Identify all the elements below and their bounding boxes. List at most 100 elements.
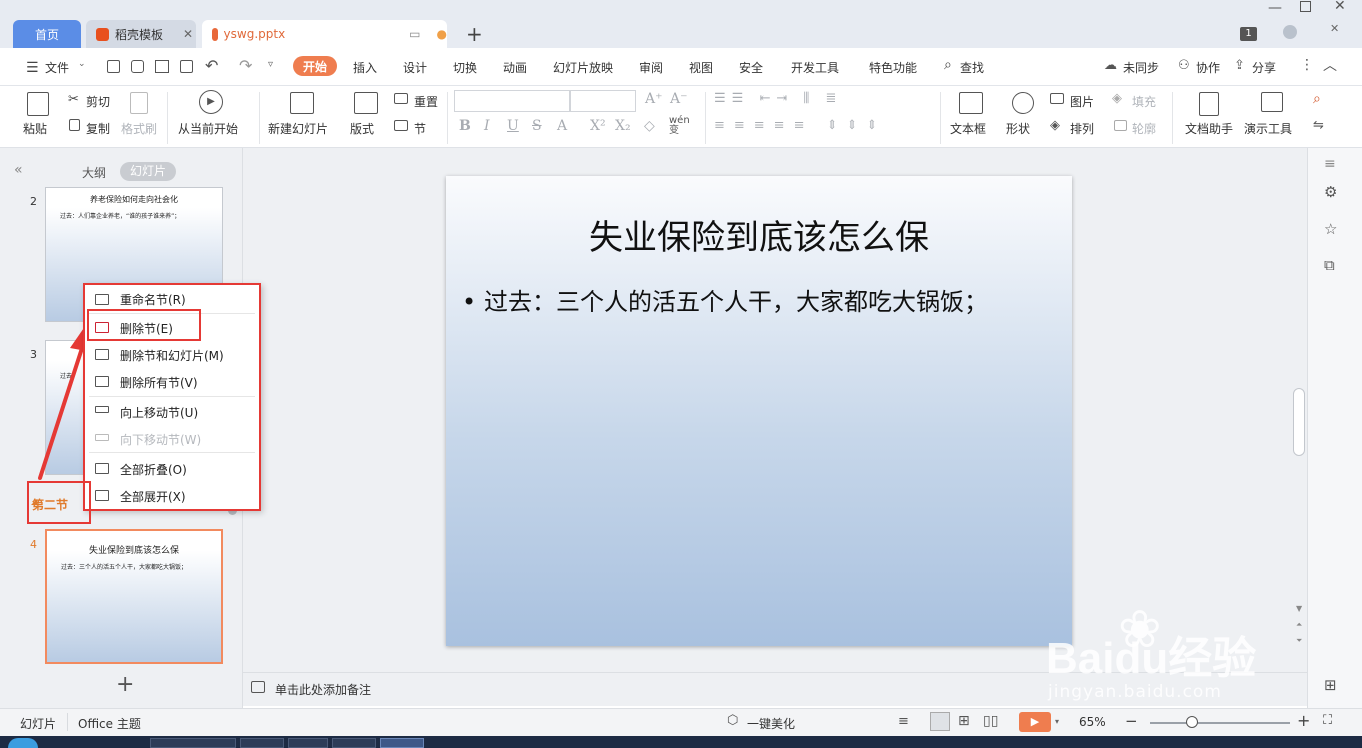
grid-icon[interactable]: ⊞ — [1324, 676, 1337, 694]
scroll-down-icon[interactable]: ▼ — [1296, 604, 1302, 613]
tab-close-icon[interactable]: ✕ — [1330, 22, 1339, 35]
undo-icon[interactable]: ↶ — [205, 56, 218, 75]
share-button[interactable]: 分享 — [1252, 59, 1276, 76]
menu-item-rename-section[interactable]: 重命名节(R) — [120, 291, 186, 308]
chevron-down-icon[interactable]: ▾ — [1055, 717, 1059, 726]
slide[interactable]: 失业保险到底该怎么保 • 过去：三个人的活五个人干，大家都吃大锅饭； — [446, 176, 1072, 646]
taskbar-item[interactable] — [288, 738, 328, 748]
menu-insert[interactable]: 插入 — [353, 59, 377, 76]
zoom-slider-handle[interactable] — [1186, 716, 1198, 728]
minimize-icon[interactable]: — — [1268, 0, 1282, 16]
doc-helper-button[interactable]: 文档助手 — [1185, 120, 1233, 137]
print-preview-icon[interactable] — [180, 60, 193, 73]
phonetic-icon[interactable]: wén 变 — [669, 116, 690, 136]
page-down-icon[interactable]: ⏷ — [1296, 636, 1302, 646]
customize-icon[interactable]: ▿ — [268, 59, 273, 70]
subscript-icon[interactable]: X₂ — [615, 118, 631, 134]
fit-window-icon[interactable]: ⛶ — [1323, 713, 1332, 728]
start-orb-icon[interactable] — [8, 738, 38, 748]
menu-lines-icon[interactable]: ≡ — [1324, 156, 1336, 172]
magnifier-icon[interactable]: ⌕ — [1313, 91, 1321, 107]
strikethrough-icon[interactable]: S — [532, 118, 542, 134]
save-icon[interactable] — [107, 60, 120, 73]
zoom-in-icon[interactable]: + — [1297, 711, 1310, 730]
menu-slideshow[interactable]: 幻灯片放映 — [553, 59, 613, 76]
paste-button[interactable]: 粘贴 — [23, 120, 47, 137]
sync-status[interactable]: 未同步 — [1123, 59, 1159, 76]
replace-icon[interactable]: ⇋ — [1313, 118, 1324, 133]
taskbar-item[interactable] — [150, 738, 236, 748]
menu-security[interactable]: 安全 — [739, 59, 763, 76]
italic-icon[interactable]: I — [484, 118, 490, 134]
menu-transition[interactable]: 切换 — [453, 59, 477, 76]
redo-icon[interactable]: ↷ — [239, 56, 252, 75]
tab-home[interactable]: 首页 — [13, 20, 81, 48]
menu-animation[interactable]: 动画 — [503, 59, 527, 76]
export-icon[interactable] — [131, 60, 144, 73]
bold-icon[interactable]: B — [459, 118, 471, 134]
normal-view-icon[interactable] — [930, 712, 950, 731]
menu-find[interactable]: 查找 — [960, 59, 984, 76]
notes-bar[interactable]: 单击此处添加备注 — [243, 672, 1307, 706]
tab-file[interactable]: yswg.pptx ▭ ● — [202, 20, 447, 48]
reset-button[interactable]: 重置 — [414, 93, 438, 110]
textbox-button[interactable]: 文本框 — [950, 120, 986, 137]
fill-button[interactable]: 填充 — [1132, 93, 1156, 110]
format-brush-button[interactable]: 格式刷 — [121, 120, 157, 137]
menu-start[interactable]: 开始 — [293, 56, 337, 76]
taskbar-item[interactable] — [240, 738, 284, 748]
window-close-icon[interactable]: ✕ — [1334, 0, 1346, 14]
menu-special[interactable]: 特色功能 — [869, 59, 917, 76]
new-slide-button[interactable]: 新建幻灯片 — [268, 120, 328, 137]
maximize-icon[interactable] — [1300, 1, 1311, 12]
zoom-slider[interactable] — [1150, 722, 1290, 724]
menu-item-delete-section-and-slides[interactable]: 删除节和幻灯片(M) — [120, 347, 224, 364]
font-size-select[interactable] — [570, 90, 636, 112]
arrange-button[interactable]: 排列 — [1070, 120, 1094, 137]
star-icon[interactable]: ☆ — [1324, 220, 1337, 238]
zoom-level[interactable]: 65% — [1079, 715, 1106, 729]
chevron-down-icon[interactable]: ⌄ — [78, 59, 86, 69]
hamburger-icon[interactable]: ☰ — [26, 60, 39, 76]
file-menu[interactable]: 文件 — [45, 59, 69, 76]
menu-review[interactable]: 审阅 — [639, 59, 663, 76]
properties-icon[interactable]: ⚙ — [1324, 183, 1337, 201]
close-icon[interactable]: ✕ — [183, 27, 193, 41]
play-slideshow-button[interactable]: ▶ — [1019, 712, 1051, 732]
menu-item-collapse-all[interactable]: 全部折叠(O) — [120, 461, 187, 478]
font-name-select[interactable] — [454, 90, 570, 112]
slide-title[interactable]: 失业保险到底该怎么保 — [446, 210, 1072, 259]
menu-item-delete-all-sections[interactable]: 删除所有节(V) — [120, 374, 198, 391]
paste-icon[interactable] — [27, 92, 49, 116]
present-tool-button[interactable]: 演示工具 — [1244, 120, 1292, 137]
zoom-out-icon[interactable]: − — [1125, 712, 1138, 730]
tab-slides[interactable]: 幻灯片 — [120, 162, 176, 181]
underline-icon[interactable]: U — [507, 118, 519, 134]
font-color-icon[interactable]: A — [557, 118, 567, 134]
collapse-ribbon-icon[interactable]: ︿ — [1323, 55, 1337, 75]
font-grow-icon[interactable]: A⁺ — [645, 91, 663, 107]
collapse-pane-icon[interactable]: « — [14, 162, 23, 178]
avatar[interactable] — [1283, 25, 1297, 39]
eraser-icon[interactable]: ◇ — [644, 118, 655, 134]
superscript-icon[interactable]: X² — [590, 118, 606, 134]
page-up-icon[interactable]: ⏶ — [1296, 620, 1302, 630]
slide-body[interactable]: • 过去：三个人的活五个人干，大家都吃大锅饭； — [462, 286, 1024, 318]
taskbar-item-active[interactable] — [380, 738, 424, 748]
menu-design[interactable]: 设计 — [403, 59, 427, 76]
cut-button[interactable]: 剪切 — [86, 93, 110, 110]
menu-developer[interactable]: 开发工具 — [791, 59, 839, 76]
print-icon[interactable] — [155, 60, 169, 73]
window-count-badge[interactable]: 1 — [1240, 27, 1257, 41]
picture-button[interactable]: 图片 — [1070, 93, 1094, 110]
vertical-scrollbar[interactable] — [1293, 388, 1305, 456]
outline-button[interactable]: 轮廓 — [1132, 120, 1156, 137]
collab-button[interactable]: 协作 — [1196, 59, 1220, 76]
menu-view[interactable]: 视图 — [689, 59, 713, 76]
list-icon[interactable]: ☰☰ ⇤⇥ ⫼ ≣ — [714, 91, 842, 106]
menu-item-move-section-up[interactable]: 向上移动节(U) — [120, 404, 198, 421]
align-icon[interactable]: ≡≡≡≡≡ ⇕⇕⇕ — [714, 118, 886, 133]
copy-panel-icon[interactable]: ⧉ — [1324, 256, 1335, 274]
add-slide-icon[interactable]: + — [116, 672, 134, 697]
font-shrink-icon[interactable]: A⁻ — [670, 91, 688, 107]
